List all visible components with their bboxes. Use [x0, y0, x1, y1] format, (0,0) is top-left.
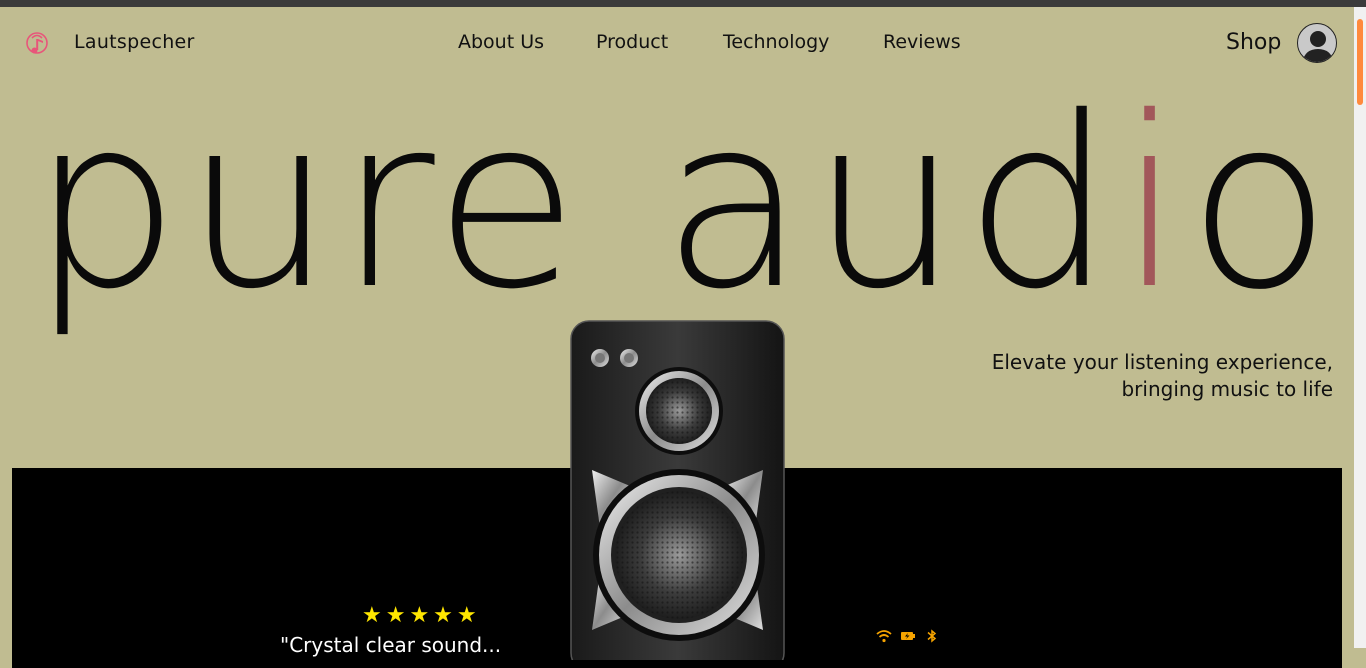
nav-technology[interactable]: Technology: [723, 31, 829, 53]
nav-reviews[interactable]: Reviews: [883, 31, 961, 53]
battery-charging-icon: [900, 628, 916, 644]
hero-title-accent-letter: i: [1117, 66, 1188, 341]
nav-about-us[interactable]: About Us: [458, 31, 544, 53]
speaker-image: [570, 320, 785, 660]
tagline-line-2: bringing music to life: [1121, 377, 1333, 401]
user-avatar-icon[interactable]: [1297, 23, 1337, 63]
bluetooth-icon: [924, 628, 940, 644]
wifi-icon: [876, 628, 892, 644]
review-stars: ★★★★★: [362, 603, 481, 628]
nav-product[interactable]: Product: [596, 31, 668, 53]
hero-title-main: pure aud: [30, 66, 1118, 341]
hero-tagline: Elevate your listening experience, bring…: [913, 349, 1333, 403]
shop-link[interactable]: Shop: [1226, 30, 1281, 55]
hero-title-end: o: [1187, 66, 1336, 341]
review-quote: "Crystal clear sound...: [280, 633, 502, 657]
window-top-bar: [0, 0, 1366, 7]
status-icons: [876, 628, 940, 644]
hero-title: pure audio: [0, 86, 1366, 322]
main-nav: About Us Product Technology Reviews: [0, 31, 1366, 59]
tagline-line-1: Elevate your listening experience,: [991, 350, 1333, 374]
